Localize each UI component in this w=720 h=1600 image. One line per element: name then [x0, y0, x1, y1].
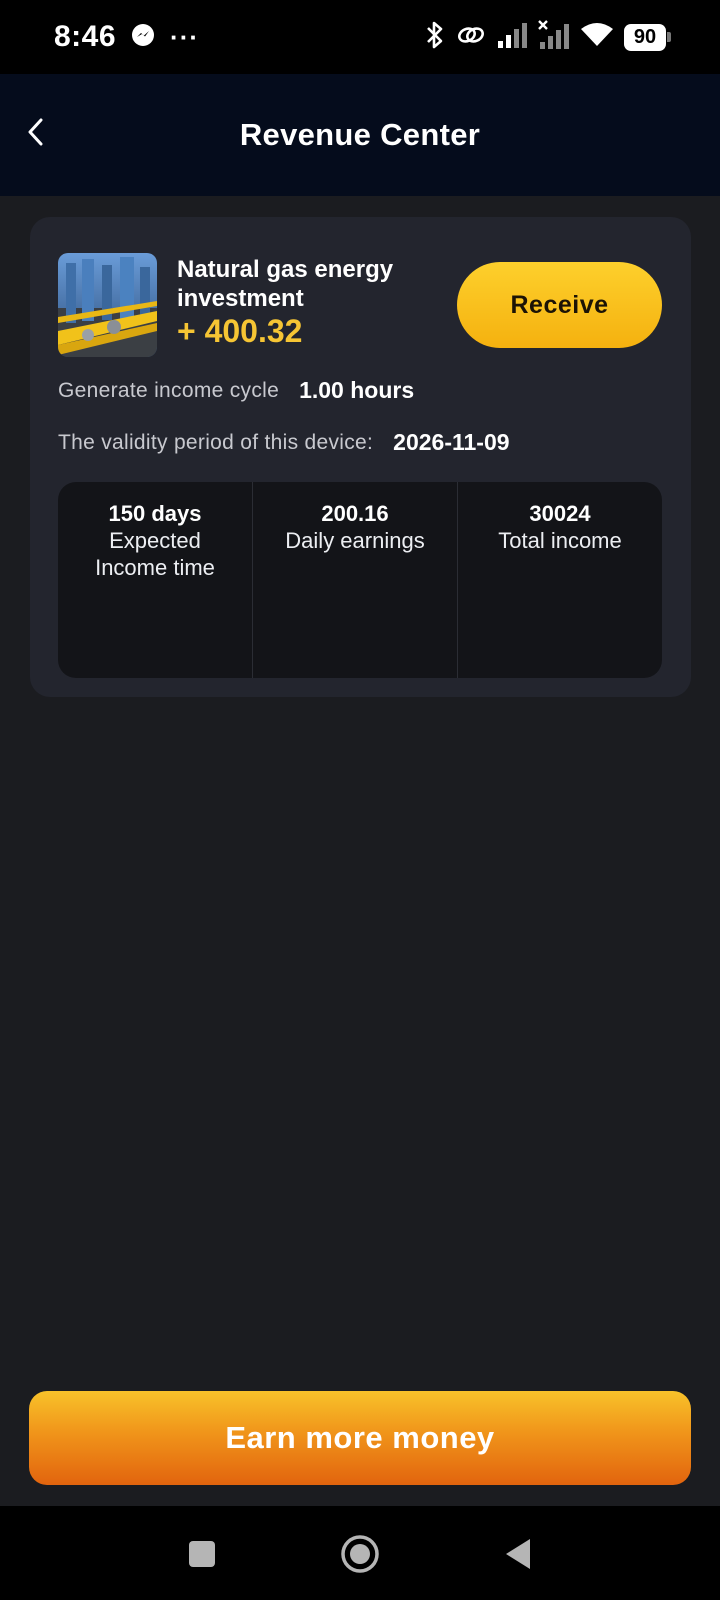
- system-back-button[interactable]: [496, 1534, 540, 1578]
- income-cycle-label: Generate income cycle: [58, 378, 280, 402]
- status-bar: 8:46 ··· 90: [0, 0, 720, 74]
- stats-panel: 150 days Expected Income time 200.16 Dai…: [58, 482, 662, 678]
- income-cycle-value: 1.00 hours: [299, 377, 415, 403]
- signal-x-icon: [538, 19, 570, 55]
- home-button[interactable]: [338, 1534, 382, 1578]
- stat-total-income: 30024 Total income: [457, 482, 662, 678]
- stat-income-time: 150 days Expected Income time: [58, 482, 252, 678]
- page-title: Revenue Center: [239, 117, 481, 152]
- income-cycle-row: Generate income cycle 1.00 hours: [58, 377, 414, 404]
- circle-icon: [340, 1534, 380, 1579]
- battery-indicator: 90: [624, 23, 671, 51]
- stat-label-line2: Income time: [95, 555, 215, 580]
- system-nav-bar: [0, 1506, 720, 1600]
- stat-label: Expected: [109, 528, 201, 553]
- stat-value: 200.16: [321, 501, 389, 526]
- chevron-left-icon: [24, 116, 48, 153]
- validity-value: 2026-11-09: [393, 429, 510, 455]
- stat-value: 30024: [529, 501, 591, 526]
- stat-daily-earnings: 200.16 Daily earnings: [252, 482, 457, 678]
- wifi-icon: [580, 22, 614, 53]
- back-button[interactable]: [14, 112, 58, 156]
- status-time: 8:46: [54, 20, 117, 53]
- link-icon: [456, 23, 486, 52]
- validity-label: The validity period of this device:: [58, 430, 374, 454]
- signal-icon: [496, 21, 528, 54]
- stat-label: Total income: [498, 528, 622, 553]
- page-header: Revenue Center: [0, 74, 720, 196]
- status-right: 90: [424, 19, 671, 55]
- earn-more-button[interactable]: Earn more money: [29, 1391, 691, 1485]
- receive-button[interactable]: Receive: [457, 262, 662, 348]
- bluetooth-icon: [424, 20, 446, 55]
- messenger-icon: [130, 22, 156, 53]
- stat-label: Daily earnings: [285, 528, 425, 553]
- product-image: [58, 253, 157, 357]
- investment-card: Natural gas energy investment + 400.32 R…: [30, 217, 691, 697]
- overflow-dots: ···: [170, 21, 200, 52]
- status-left: 8:46 ···: [54, 20, 199, 54]
- product-name: Natural gas energy investment: [177, 256, 394, 312]
- stat-value: 150 days: [108, 501, 202, 526]
- recent-apps-button[interactable]: [180, 1534, 224, 1578]
- income-amount: + 400.32: [177, 313, 303, 349]
- validity-row: The validity period of this device: 2026…: [58, 429, 510, 456]
- square-icon: [187, 1539, 217, 1574]
- triangle-back-icon: [503, 1537, 533, 1576]
